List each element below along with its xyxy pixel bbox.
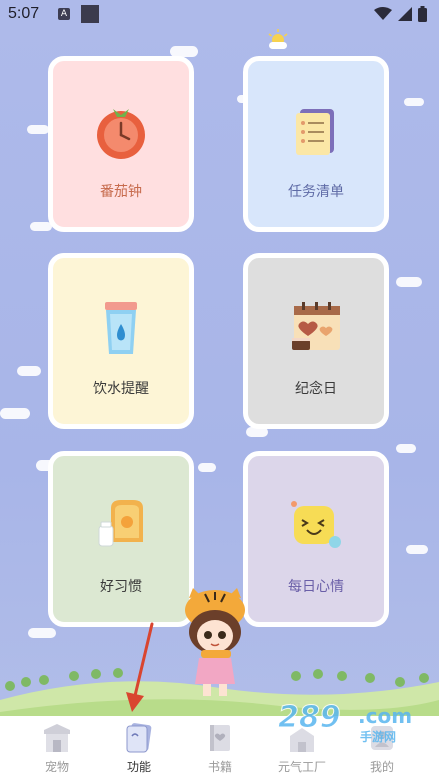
water-reminder-card[interactable]: 饮水提醒	[48, 253, 194, 429]
water-reminder-label: 饮水提醒	[93, 381, 149, 397]
tab-pet-label: 宠物	[44, 760, 69, 774]
tab-books-label: 书籍	[207, 760, 232, 774]
happy-face-icon	[291, 501, 341, 548]
signal-icon	[398, 7, 412, 21]
battery-icon	[418, 6, 427, 22]
cloud	[17, 366, 41, 376]
daily-mood-card[interactable]: 每日心情	[243, 451, 389, 627]
tab-books[interactable]: 书籍	[176, 716, 264, 780]
tab-function-label: 功能	[126, 760, 151, 774]
cloud	[28, 628, 56, 638]
water-cup-icon	[105, 302, 137, 354]
tab-factory-label: 元气工厂	[277, 760, 326, 774]
status-bar: 5:07 A	[0, 0, 439, 30]
watermark-brand: 289	[278, 700, 342, 736]
cloud	[396, 277, 422, 287]
tab-profile-label: 我的	[369, 760, 394, 774]
cloud	[0, 408, 30, 419]
cloud	[30, 222, 52, 231]
good-habit-label: 好习惯	[100, 579, 142, 595]
tab-pet[interactable]: 宠物	[13, 716, 101, 780]
book-icon	[210, 725, 230, 751]
cloud	[406, 545, 428, 554]
pet-house-icon	[44, 724, 70, 752]
annotation-arrow	[126, 622, 154, 712]
tomato-clock-icon	[97, 109, 145, 159]
app-screen: 5:07 A 番茄钟 任务清单 饮水提醒 纪念日 好习惯 每日心情 宠物 功能 …	[0, 0, 439, 780]
task-list-label: 任务清单	[288, 184, 344, 200]
watermark-site-name: 手游网	[360, 730, 397, 744]
toast-milk-icon	[98, 500, 143, 547]
function-cards-icon	[126, 723, 152, 753]
status-time: 5:07	[8, 5, 40, 22]
daily-mood-label: 每日心情	[288, 579, 344, 595]
sun-icon	[268, 29, 288, 49]
notification-square-icon	[81, 5, 99, 23]
calendar-heart-icon	[292, 302, 340, 350]
anniversary-card[interactable]: 纪念日	[243, 253, 389, 429]
site-watermark: 289 .com 手游网	[278, 700, 428, 745]
notification-a-icon: A	[58, 8, 70, 20]
tomato-clock-label: 番茄钟	[100, 184, 142, 200]
wifi-icon	[374, 7, 392, 20]
tomato-clock-card[interactable]: 番茄钟	[48, 56, 194, 232]
tab-function[interactable]: 功能	[95, 716, 183, 780]
tiger-girl-character	[185, 588, 245, 696]
task-list-card[interactable]: 任务清单	[243, 56, 389, 232]
cloud	[404, 98, 424, 106]
status-icons	[374, 6, 427, 22]
task-list-icon	[296, 109, 334, 155]
cloud	[396, 444, 416, 453]
cloud	[27, 125, 49, 134]
good-habit-card[interactable]: 好习惯	[48, 451, 194, 627]
cloud	[198, 463, 216, 472]
anniversary-label: 纪念日	[295, 381, 337, 397]
watermark-suffix: .com	[358, 704, 413, 728]
